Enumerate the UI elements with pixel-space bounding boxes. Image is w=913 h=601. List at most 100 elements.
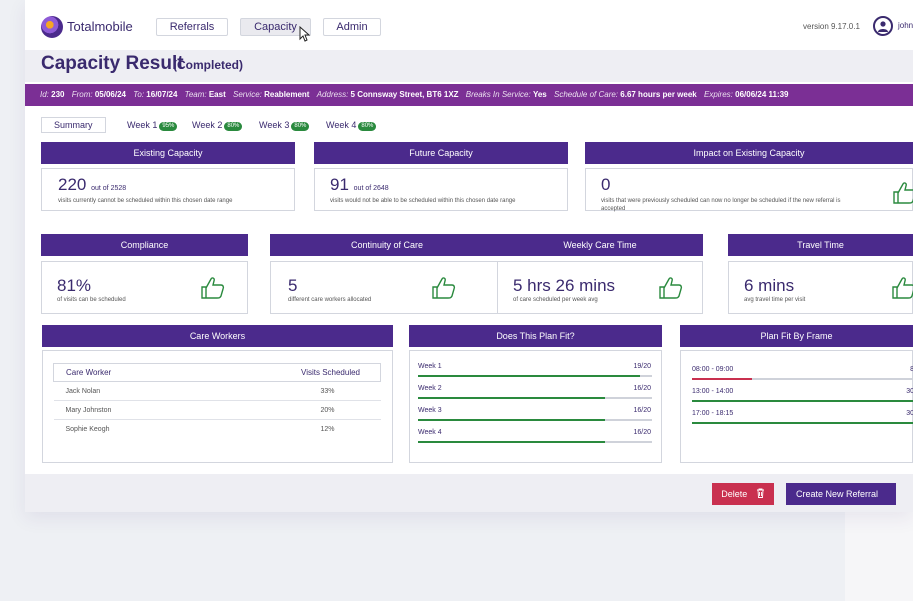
impact-header: Impact on Existing Capacity: [585, 142, 913, 164]
address-label: Address:: [316, 90, 349, 99]
nav-referrals[interactable]: Referrals: [156, 18, 228, 36]
create-new-referral-button[interactable]: Create New Referral: [786, 483, 896, 505]
tab-label: Week 2: [192, 120, 223, 130]
delete-label: Delete: [721, 489, 748, 499]
nav-admin[interactable]: Admin: [323, 18, 381, 36]
existing-capacity-desc: visits currently cannot be scheduled wit…: [58, 198, 233, 204]
fit-row-value: 30/: [906, 410, 913, 417]
fit-row-value: 16/20: [633, 385, 651, 392]
travel-time-value: 6 mins: [744, 276, 795, 295]
worker-visits: 33%: [191, 381, 381, 401]
continuity-value: 5: [288, 276, 298, 295]
page-title: Capacity Result: [41, 53, 184, 74]
tab-week-3[interactable]: Week 3 80%: [259, 117, 310, 133]
compliance-box: 81% of visits can be scheduled: [41, 261, 248, 314]
travel-time-desc: avg travel time per visit: [744, 297, 806, 303]
progress-fill: [418, 397, 606, 399]
plan-fit-header: Does This Plan Fit?: [409, 325, 662, 347]
care-workers-box: Care Worker Visits Scheduled Jack Nolan …: [42, 350, 393, 463]
week-badge: 95%: [159, 122, 178, 131]
service-label: Service:: [232, 90, 262, 99]
weekly-care-header: Weekly Care Time: [497, 234, 703, 256]
table-row[interactable]: Mary Johnston 20%: [53, 400, 381, 420]
id-value: 230: [51, 90, 65, 99]
breaks-label: Breaks In Service:: [465, 90, 531, 99]
tab-week-4[interactable]: Week 4 80%: [326, 117, 377, 133]
week-badge: 80%: [291, 122, 310, 131]
impact-value: 0: [601, 175, 611, 194]
week-badge: 80%: [358, 122, 377, 131]
compliance-desc: of visits can be scheduled: [57, 297, 126, 303]
worker-visits: 20%: [191, 400, 381, 420]
fit-row-label: 17:00 - 18:15: [692, 410, 734, 417]
travel-time-header: Travel Time: [728, 234, 913, 256]
referral-info-bar: Id: 230 From: 05/06/24 To: 16/07/24 Team…: [25, 84, 913, 106]
thumbs-up-icon: [893, 182, 913, 204]
fit-row-label: Week 3: [418, 407, 442, 414]
thumbs-up-icon: [659, 277, 683, 299]
footer-bar: [25, 474, 913, 512]
table-header-row: Care Worker Visits Scheduled: [53, 363, 382, 382]
weekly-care-desc: of care scheduled per week avg: [513, 297, 598, 303]
fit-row-value: 16/20: [633, 429, 651, 436]
existing-capacity-header: Existing Capacity: [41, 142, 295, 164]
team-label: Team:: [184, 90, 207, 99]
progress-bar: [692, 400, 913, 402]
future-capacity-desc: visits would not be able to be scheduled…: [330, 198, 516, 204]
travel-time-box: 6 mins avg travel time per visit: [728, 261, 913, 314]
fit-row-value: 16/20: [633, 407, 651, 414]
out-of: out of 2648: [353, 185, 389, 192]
trash-icon: [756, 488, 764, 498]
fit-row-label: 13:00 - 14:00: [692, 388, 734, 395]
existing-capacity-value: 220 out of 2528: [58, 175, 126, 195]
progress-bar: [418, 419, 652, 421]
username[interactable]: john: [898, 21, 913, 30]
schedule-label: Schedule of Care:: [553, 90, 619, 99]
progress-fill: [418, 419, 606, 421]
weekly-care-value: 5 hrs 26 mins: [513, 276, 616, 295]
delete-button[interactable]: Delete: [712, 483, 774, 505]
progress-fill: [418, 441, 606, 443]
top-navbar: Totalmobile Referrals Capacity Admin ver…: [25, 0, 913, 50]
future-capacity-value: 91 out of 2648: [330, 175, 389, 195]
fit-row-label: Week 1: [418, 363, 442, 370]
continuity-header: Continuity of Care: [270, 234, 504, 256]
fit-row-value: 19/20: [633, 363, 651, 370]
continuity-box: 5 different care workers allocated: [270, 261, 504, 314]
progress-fill: [692, 422, 913, 424]
to-label: To:: [133, 90, 145, 99]
thumbs-up-icon: [432, 277, 456, 299]
thumbs-up-icon: [892, 277, 913, 299]
fit-row-label: Week 4: [418, 429, 442, 436]
tab-week-1[interactable]: Week 1 95%: [127, 117, 178, 133]
col-visits-scheduled[interactable]: Visits Scheduled: [191, 363, 382, 382]
tab-summary[interactable]: Summary: [41, 117, 106, 133]
frame-fit-box: 08:00 - 09:008/13:00 - 14:0030/17:00 - 1…: [680, 350, 913, 463]
care-workers-header: Care Workers: [42, 325, 393, 347]
worker-name: Jack Nolan: [53, 381, 192, 401]
version-label: version 9.17.0.1: [803, 22, 860, 31]
future-capacity-header: Future Capacity: [314, 142, 568, 164]
table-row[interactable]: Sophie Keogh 12%: [54, 420, 381, 439]
tab-label: Week 3: [259, 120, 290, 130]
weekly-care-box: 5 hrs 26 mins of care scheduled per week…: [497, 261, 703, 314]
fit-row-label: Week 2: [418, 385, 442, 392]
breaks-value: Yes: [532, 90, 547, 99]
week-badge: 80%: [224, 122, 243, 131]
tab-week-2[interactable]: Week 2 80%: [192, 117, 243, 133]
worker-name: Mary Johnston: [53, 400, 192, 420]
col-care-worker[interactable]: Care Worker: [53, 363, 192, 382]
progress-fill: [692, 378, 752, 380]
value: 220: [58, 175, 87, 194]
address-value: 5 Connsway Street, BT6 1XZ: [350, 90, 459, 99]
compliance-header: Compliance: [41, 234, 248, 256]
from-label: From:: [71, 90, 93, 99]
table-row[interactable]: Jack Nolan 33%: [53, 381, 381, 401]
progress-bar: [418, 375, 652, 377]
future-capacity-box: 91 out of 2648 visits would not be able …: [314, 168, 568, 211]
plan-fit-box: Week 1 19/20 Week 2 16/20 Week 3 16/20 Week 4 1…: [409, 350, 662, 463]
continuity-desc: different care workers allocated: [288, 297, 372, 303]
tab-label: Week 4: [326, 120, 357, 130]
impact-desc: visits that were previously scheduled ca…: [601, 198, 841, 212]
user-avatar-icon[interactable]: [873, 16, 893, 36]
